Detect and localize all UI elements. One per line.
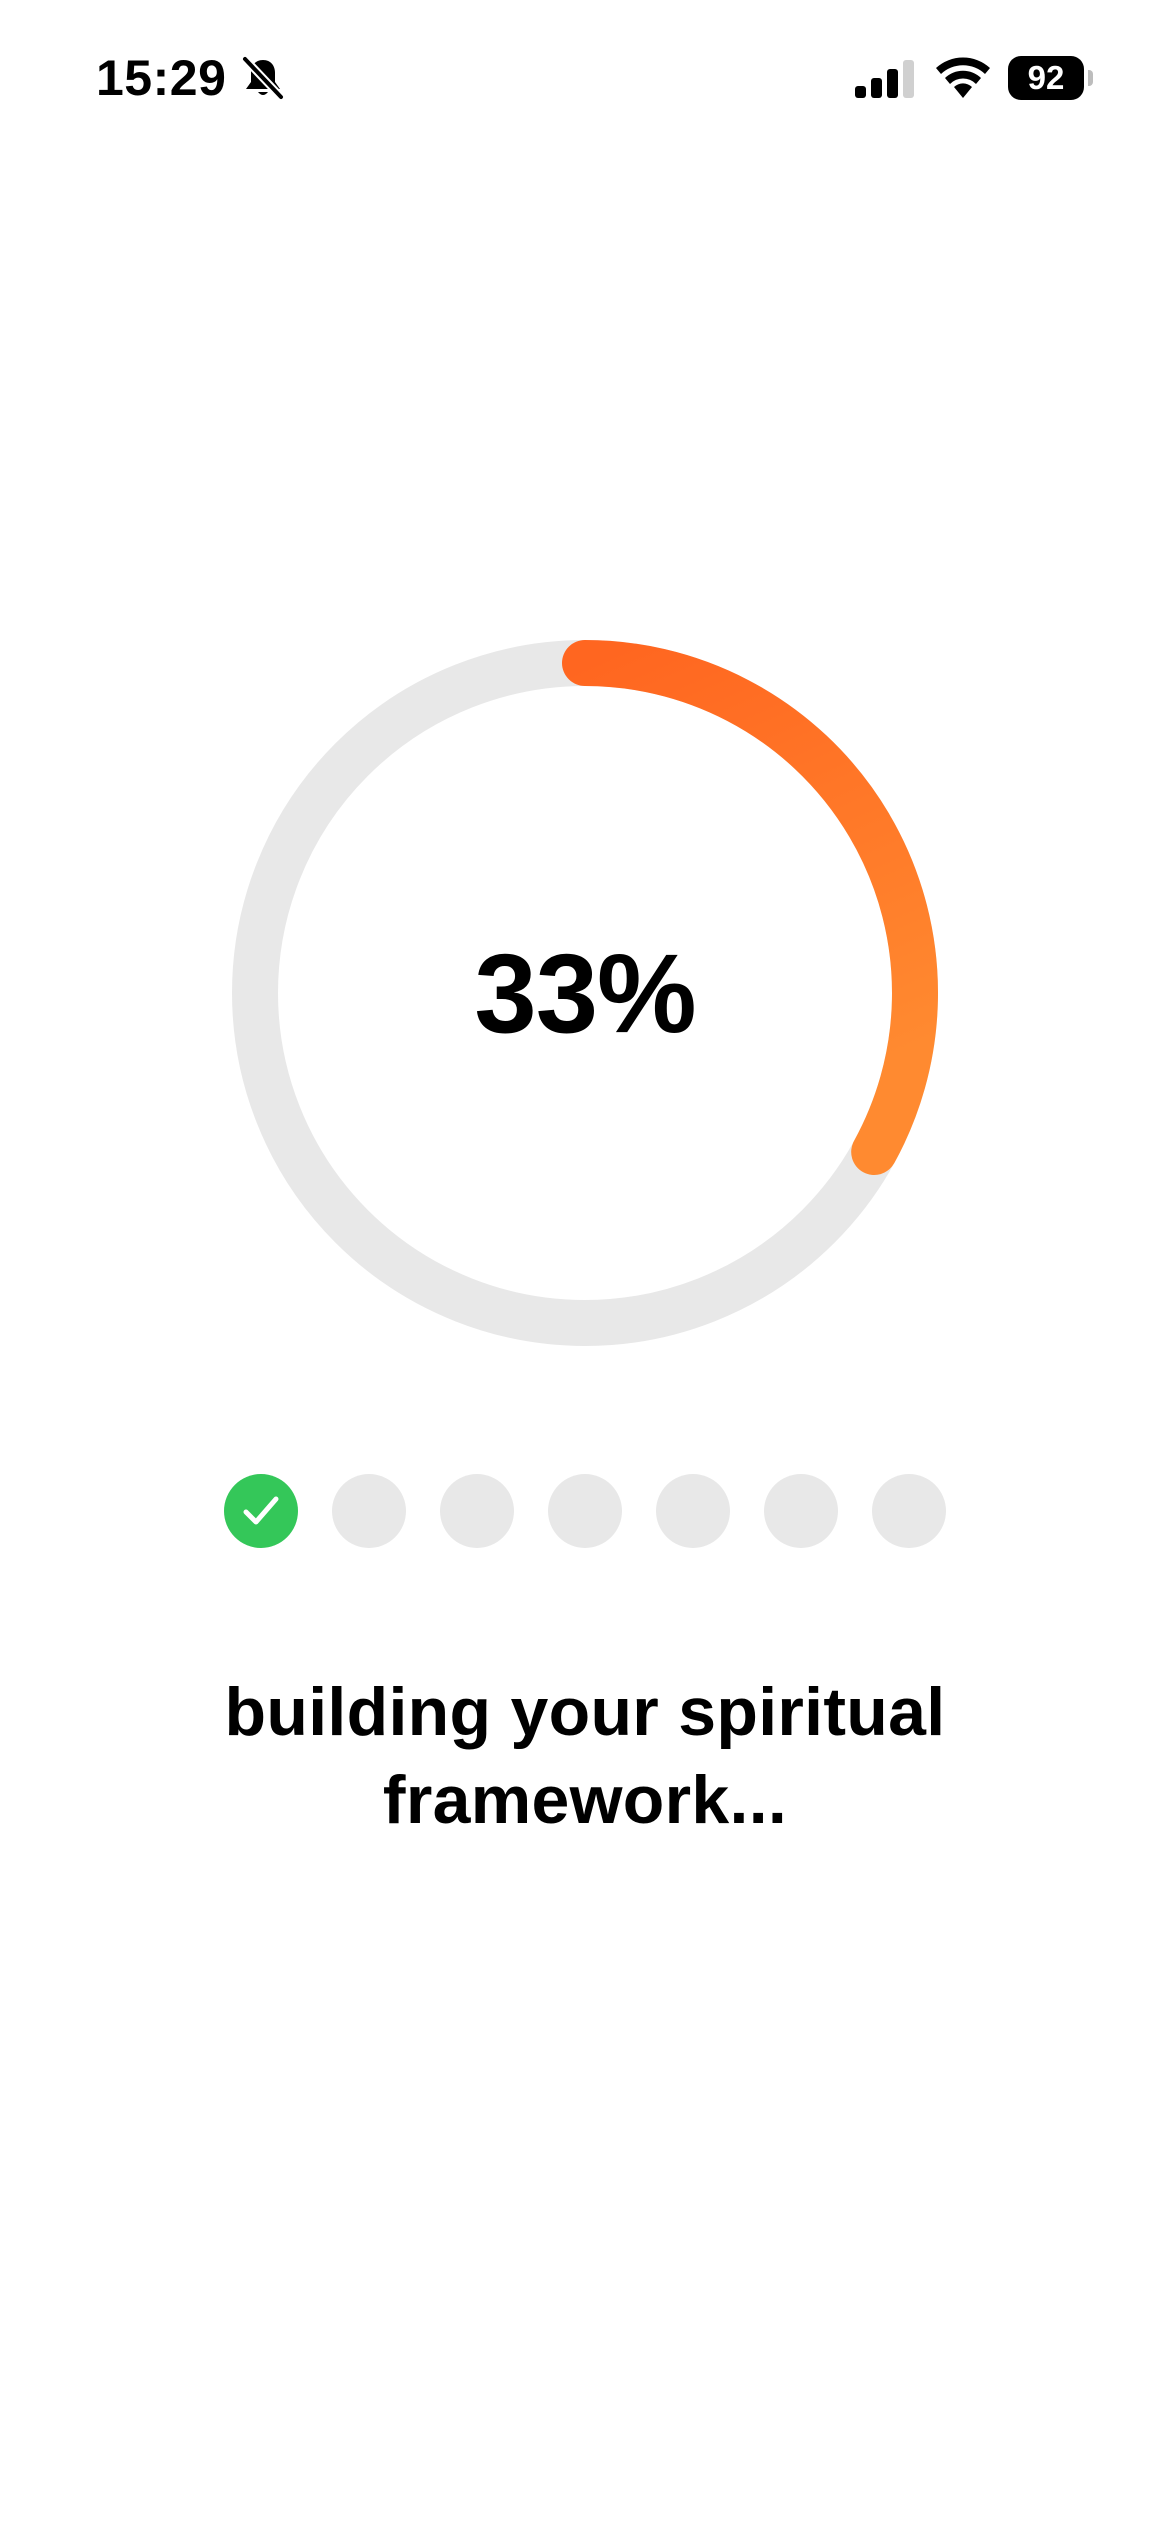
step-dot-completed [224, 1474, 298, 1548]
battery-cap [1088, 70, 1093, 86]
battery-icon: 92 [1008, 56, 1093, 100]
progress-ring: 33% [232, 640, 938, 1346]
step-dot-pending [656, 1474, 730, 1548]
status-time: 15:29 [96, 50, 227, 106]
battery-level: 92 [1008, 56, 1084, 100]
cellular-signal-icon [855, 60, 914, 98]
step-dot-pending [332, 1474, 406, 1548]
step-dot-pending [440, 1474, 514, 1548]
step-dot-pending [872, 1474, 946, 1548]
status-message: building your spiritual framework... [224, 1674, 946, 1838]
step-dot-pending [548, 1474, 622, 1548]
wifi-icon [936, 57, 990, 98]
progress-percent: 33% [474, 930, 696, 1056]
bell-slash-icon [241, 55, 285, 101]
step-indicator [224, 1474, 946, 1548]
status-bar: 15:29 92 [0, 0, 1170, 150]
checkmark-icon [243, 1496, 279, 1525]
step-dot-pending [764, 1474, 838, 1548]
